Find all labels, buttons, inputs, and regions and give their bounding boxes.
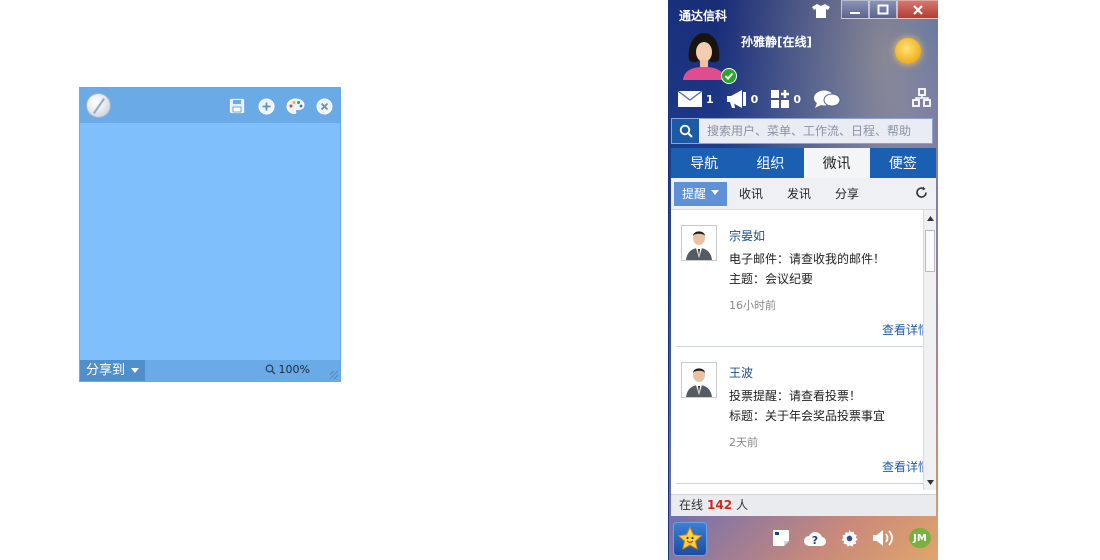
message-time: 16小时前 bbox=[729, 299, 776, 312]
scroll-up-icon[interactable] bbox=[924, 212, 936, 224]
app-shortcut[interactable]: 0 bbox=[770, 89, 801, 109]
message-feed[interactable]: 宗晏如 电子邮件：请查收我的邮件！ 主题：会议纪要 16小时前 查看详情 王波 … bbox=[671, 210, 936, 488]
chat-shortcut[interactable] bbox=[813, 89, 841, 109]
message-text: 投票提醒：请查看投票！ bbox=[729, 389, 862, 403]
message-item[interactable]: 宗晏如 电子邮件：请查收我的邮件！ 主题：会议纪要 16小时前 查看详情 bbox=[676, 210, 930, 347]
maximize-button[interactable] bbox=[869, 0, 897, 19]
note-toolbar bbox=[80, 88, 340, 123]
sub-tabs: 提醒 收讯 发讯 分享 bbox=[671, 178, 936, 210]
tab-weixun[interactable]: 微讯 bbox=[803, 148, 870, 178]
online-suffix: 人 bbox=[736, 498, 749, 512]
jm-logo-icon[interactable]: JM bbox=[909, 528, 931, 548]
subtab-inbox[interactable]: 收讯 bbox=[727, 182, 775, 206]
subtab-sent[interactable]: 发讯 bbox=[775, 182, 823, 206]
title-bar[interactable]: 通达信科 bbox=[669, 0, 938, 26]
sender-avatar[interactable] bbox=[681, 362, 717, 398]
close-icon[interactable] bbox=[314, 96, 334, 116]
mail-count: 1 bbox=[706, 92, 714, 106]
zoom-level: 100% bbox=[278, 363, 310, 376]
note-logo-icon bbox=[86, 93, 111, 118]
palette-icon[interactable] bbox=[285, 96, 305, 116]
message-sender[interactable]: 王波 bbox=[729, 364, 753, 381]
sticky-note[interactable]: 分享到 100% bbox=[79, 87, 341, 382]
online-prefix: 在线 bbox=[679, 498, 704, 512]
svg-text:?: ? bbox=[812, 534, 818, 547]
message-item[interactable]: 王波 投票提醒：请查看投票！ 标题：关于年会奖品投票事宜 2天前 查看详情 bbox=[676, 347, 930, 484]
tab-content: 提醒 收讯 发讯 分享 宗晏如 电子邮件：请查收我的邮件！ 主题：会议纪要 16… bbox=[671, 178, 936, 516]
message-subject: 标题：关于年会奖品投票事宜 bbox=[729, 409, 886, 423]
zoom-indicator[interactable]: 100% bbox=[265, 363, 310, 376]
subtab-remind[interactable]: 提醒 bbox=[674, 181, 728, 206]
search-input[interactable] bbox=[699, 119, 932, 143]
skin-shirt-icon[interactable] bbox=[811, 3, 831, 22]
message-text: 电子邮件：请查收我的邮件！ bbox=[729, 252, 886, 266]
bottom-toolbar: ? JM bbox=[669, 516, 938, 560]
chevron-down-icon bbox=[131, 368, 140, 373]
screen: 分享到 100% 通达信科 孙雅静[在线] 1 0 0 搜索用户、菜单、工作流、… bbox=[0, 0, 1100, 560]
bottom-icons: ? JM bbox=[772, 528, 931, 548]
online-status-icon bbox=[721, 68, 737, 84]
grid-plus-icon bbox=[771, 90, 790, 108]
megaphone-icon bbox=[726, 90, 746, 108]
note-status-bar: 分享到 100% bbox=[80, 360, 340, 381]
resize-grip-icon[interactable] bbox=[330, 371, 338, 379]
close-button[interactable] bbox=[897, 0, 938, 19]
note-icon[interactable] bbox=[772, 529, 790, 547]
magnifier-icon bbox=[265, 364, 276, 375]
sender-avatar[interactable] bbox=[681, 225, 717, 261]
search-icon[interactable] bbox=[672, 119, 699, 143]
user-name[interactable]: 孙雅静[在线] bbox=[741, 33, 812, 50]
mail-icon bbox=[677, 90, 703, 107]
feed-scrollbar[interactable] bbox=[923, 210, 936, 490]
subtab-remind-label: 提醒 bbox=[682, 186, 707, 201]
window-controls bbox=[841, 0, 938, 19]
tab-notes[interactable]: 便签 bbox=[870, 148, 936, 178]
app-center-icon[interactable] bbox=[912, 88, 932, 111]
chat-bubbles-icon bbox=[813, 90, 841, 108]
chevron-down-icon bbox=[711, 189, 720, 195]
settings-gear-icon[interactable] bbox=[840, 529, 859, 548]
mail-shortcut[interactable]: 1 bbox=[677, 90, 714, 108]
app-title: 通达信科 bbox=[679, 9, 728, 23]
app-count: 0 bbox=[793, 92, 801, 106]
start-menu-button[interactable] bbox=[673, 522, 707, 556]
minimize-button[interactable] bbox=[841, 0, 869, 19]
scroll-down-icon[interactable] bbox=[924, 476, 936, 488]
tab-nav[interactable]: 导航 bbox=[671, 148, 737, 178]
im-panel: 通达信科 孙雅静[在线] 1 0 0 搜索用户、菜单、工作流、日程、帮助 导航 … bbox=[668, 0, 938, 560]
notice-shortcut[interactable]: 0 bbox=[726, 89, 759, 109]
search-bar bbox=[671, 118, 933, 144]
star-icon bbox=[677, 526, 703, 550]
share-to-button[interactable]: 分享到 bbox=[80, 360, 146, 381]
help-cloud-icon[interactable]: ? bbox=[803, 529, 827, 547]
message-subject: 主题：会议纪要 bbox=[729, 272, 814, 286]
online-count-bar: 在线 142 人 bbox=[671, 494, 936, 516]
message-sender[interactable]: 宗晏如 bbox=[729, 227, 765, 244]
notice-count: 0 bbox=[750, 92, 759, 106]
share-label: 分享到 bbox=[86, 363, 126, 378]
online-count[interactable]: 142 bbox=[707, 498, 732, 512]
add-icon[interactable] bbox=[256, 96, 276, 116]
note-tools bbox=[227, 96, 334, 116]
message-time: 2天前 bbox=[729, 436, 758, 449]
quick-actions: 1 0 0 bbox=[677, 86, 933, 112]
subtab-share[interactable]: 分享 bbox=[823, 182, 871, 206]
main-tabs: 导航 组织 微讯 便签 bbox=[671, 148, 936, 178]
weather-sun-icon[interactable] bbox=[895, 38, 921, 64]
scroll-thumb[interactable] bbox=[925, 230, 935, 272]
save-icon[interactable] bbox=[227, 96, 247, 116]
volume-icon[interactable] bbox=[872, 529, 896, 547]
tab-org[interactable]: 组织 bbox=[737, 148, 803, 178]
refresh-icon[interactable] bbox=[915, 186, 928, 202]
